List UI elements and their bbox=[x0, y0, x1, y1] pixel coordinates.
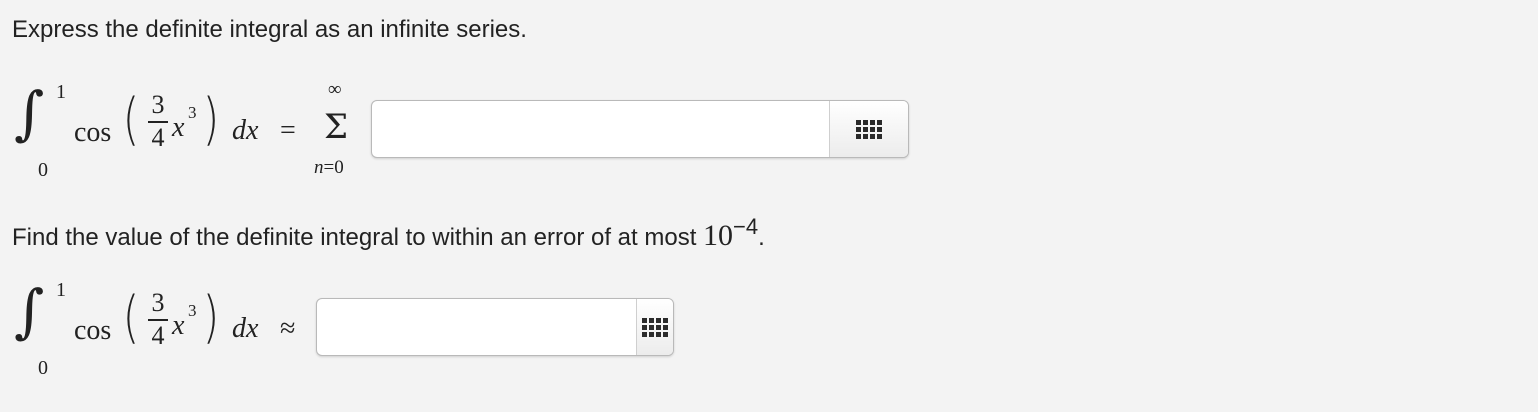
fraction-numerator: 3 bbox=[151, 288, 165, 317]
equals-sign: = bbox=[280, 115, 296, 146]
value-answer-box bbox=[316, 298, 674, 356]
grid-icon bbox=[856, 119, 882, 139]
differential: dx bbox=[232, 115, 259, 146]
series-answer-box bbox=[371, 100, 909, 158]
fraction-denominator: 4 bbox=[151, 321, 165, 350]
sum-upper-limit: ∞ bbox=[328, 79, 342, 100]
prompt-express-series: Express the definite integral as an infi… bbox=[12, 16, 527, 43]
prompt-period: . bbox=[758, 224, 765, 251]
coefficient-fraction: 3 4 bbox=[148, 290, 168, 349]
error-exponent: −4 bbox=[733, 214, 759, 239]
fraction-denominator: 4 bbox=[151, 123, 165, 152]
prompt-find-value: Find the value of the definite integral … bbox=[12, 214, 765, 253]
cos-function: cos bbox=[74, 117, 112, 148]
integral-sign: ∫ bbox=[14, 277, 45, 345]
right-paren: ) bbox=[202, 285, 220, 350]
exponent: 3 bbox=[188, 103, 197, 122]
sum-lower-limit: n=0 bbox=[314, 157, 344, 178]
left-paren: ( bbox=[122, 285, 140, 350]
error-base: 10 bbox=[703, 219, 734, 252]
approx-sign: ≈ bbox=[280, 313, 296, 344]
summation-sign: Σ bbox=[324, 107, 349, 147]
lower-limit: 0 bbox=[38, 159, 48, 181]
coefficient-fraction: 3 4 bbox=[148, 92, 168, 151]
variable-x: x bbox=[172, 310, 185, 341]
cos-function: cos bbox=[74, 315, 112, 346]
variable-x: x bbox=[172, 112, 185, 143]
grid-icon bbox=[642, 317, 668, 337]
value-answer-input[interactable] bbox=[317, 299, 636, 355]
integral-sign: ∫ bbox=[14, 79, 45, 147]
differential: dx bbox=[232, 313, 259, 344]
lower-limit: 0 bbox=[38, 357, 48, 379]
upper-limit: 1 bbox=[56, 279, 66, 301]
upper-limit: 1 bbox=[56, 81, 66, 103]
exponent: 3 bbox=[188, 301, 197, 320]
right-paren: ) bbox=[202, 87, 220, 152]
math-palette-button[interactable] bbox=[636, 299, 673, 355]
left-paren: ( bbox=[122, 87, 140, 152]
fraction-numerator: 3 bbox=[151, 90, 165, 119]
math-palette-button[interactable] bbox=[829, 101, 908, 157]
series-answer-input[interactable] bbox=[372, 101, 829, 157]
prompt-find-value-text: Find the value of the definite integral … bbox=[12, 224, 704, 251]
